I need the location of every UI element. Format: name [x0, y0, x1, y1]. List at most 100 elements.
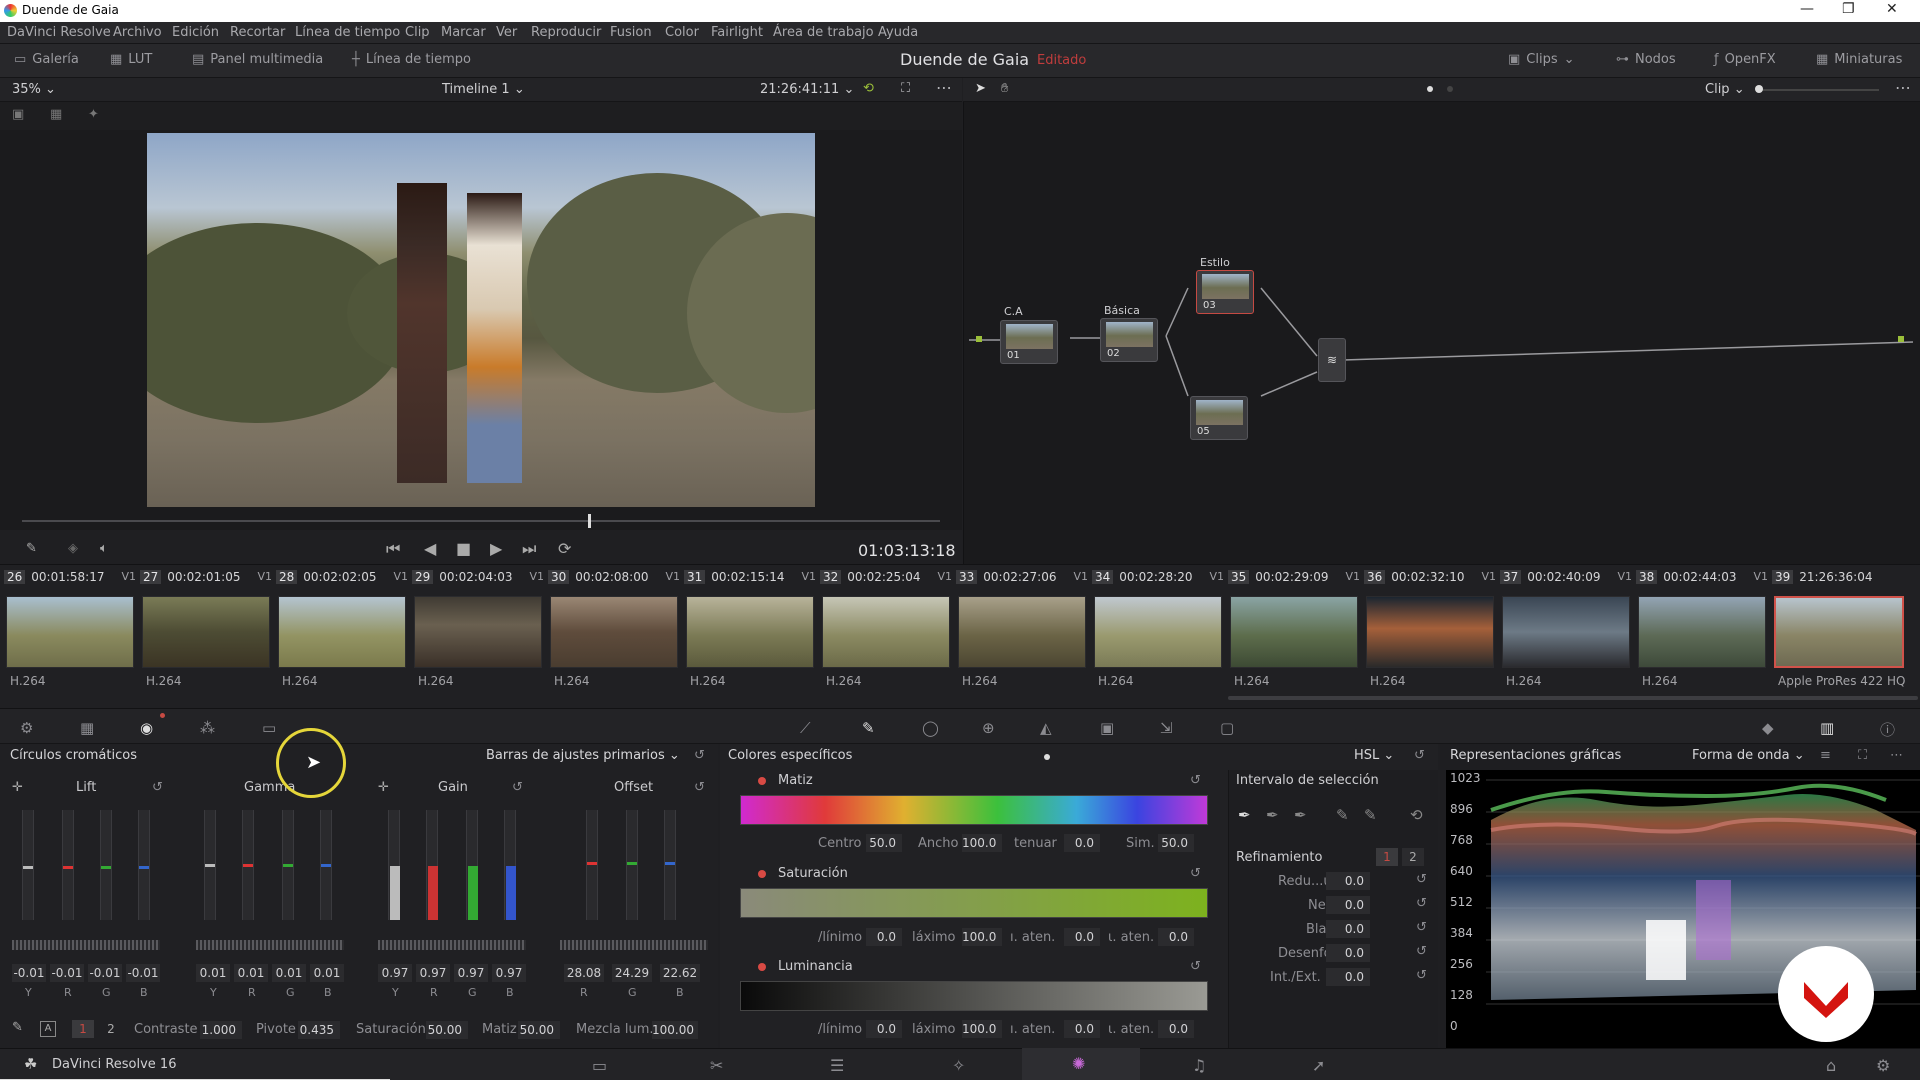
sat-high-soft-input[interactable]: 0.0 [1158, 928, 1194, 946]
viewer-scrubber[interactable] [22, 520, 940, 522]
hsl-mode-select[interactable]: HSL ⌄ [1354, 748, 1394, 763]
lift-g-value[interactable]: -0.01 [88, 964, 122, 982]
go-to-end-icon[interactable]: ⏭︎ [522, 539, 536, 559]
page-dot-active[interactable] [1427, 86, 1433, 92]
split-view-icon[interactable]: ▦ [50, 107, 62, 122]
hue-spectrum[interactable] [740, 795, 1208, 825]
menu-marcar[interactable]: Marcar [441, 25, 486, 40]
play-icon[interactable]: ▶︎ [490, 539, 502, 558]
input-port[interactable] [976, 336, 982, 342]
clip-thumbnail[interactable] [1638, 596, 1766, 668]
qualifier-icon[interactable]: ✎ [862, 719, 875, 737]
reset-blur-icon[interactable]: ↺ [1416, 944, 1427, 959]
menu-linea-tiempo[interactable]: Línea de tiempo [295, 25, 400, 40]
gallery-button[interactable]: ▭ Galería [14, 52, 79, 67]
menu-area-trabajo[interactable]: Área de trabajo [773, 25, 874, 40]
contrast-input[interactable]: 1.000 [200, 1021, 242, 1039]
clip-thumbnail[interactable] [686, 596, 814, 668]
reset-gain-icon[interactable]: ↺ [512, 780, 523, 795]
sat-enable-dot[interactable] [758, 870, 766, 878]
lift-b-bar[interactable] [138, 810, 150, 920]
in-out-ratio-input[interactable]: 0.0 [1326, 968, 1370, 986]
highlight-icon[interactable]: ◈ [68, 541, 78, 556]
menu-recortar[interactable]: Recortar [230, 25, 285, 40]
info-icon[interactable]: ⓘ [1880, 719, 1895, 740]
gamma-b-bar[interactable] [320, 810, 332, 920]
clip-thumbnail[interactable] [1230, 596, 1358, 668]
video-frame[interactable] [147, 133, 815, 507]
reset-hue-icon[interactable]: ↺ [1190, 773, 1201, 788]
curves-icon[interactable]: ⟋ [800, 719, 811, 737]
menu-edicion[interactable]: Edición [172, 25, 219, 40]
clip-thumbnail[interactable] [550, 596, 678, 668]
node-zoom-slider[interactable] [1759, 89, 1879, 91]
zoom-select[interactable]: 35% ⌄ [12, 82, 56, 97]
lum-max-input[interactable]: 100.0 [962, 1020, 1002, 1038]
lum-mix-input[interactable]: 100.00 [652, 1021, 698, 1039]
output-port[interactable] [1898, 336, 1904, 342]
offset-b-value[interactable]: 22.62 [660, 964, 700, 982]
lum-gradient[interactable] [740, 981, 1208, 1011]
blur-icon[interactable]: ◭ [1040, 719, 1052, 737]
media-pool-button[interactable]: ▤ Panel multimedia [192, 52, 323, 67]
offset-g-value[interactable]: 24.29 [612, 964, 652, 982]
offset-g-bar[interactable] [626, 810, 638, 920]
edit-page-icon[interactable]: ☰ [830, 1056, 844, 1075]
hue-enable-dot[interactable] [758, 777, 766, 785]
lift-r-value[interactable]: -0.01 [50, 964, 84, 982]
gamma-master-wheel[interactable] [196, 940, 344, 950]
hue-soft-input[interactable]: 0.0 [1064, 834, 1100, 852]
fusion-page-icon[interactable]: ✧ [952, 1056, 965, 1075]
picker-minus-icon[interactable]: ✒ [1266, 806, 1279, 824]
gain-g-bar[interactable] [466, 810, 478, 920]
play-reverse-icon[interactable]: ◀︎ [424, 539, 436, 558]
scope-type-select[interactable]: Forma de onda ⌄ [1692, 748, 1805, 763]
pointer-icon[interactable]: ➤ [975, 81, 986, 96]
feather-plus-icon[interactable]: ✎ [1364, 806, 1377, 824]
clip-thumbnail[interactable] [1094, 596, 1222, 668]
gamma-b-value[interactable]: 0.01 [310, 964, 344, 982]
menu-fusion[interactable]: Fusion [610, 25, 652, 40]
offset-r-value[interactable]: 28.08 [564, 964, 604, 982]
color-wheels-icon[interactable]: ◉ [140, 719, 153, 737]
white-clean-input[interactable]: 0.0 [1326, 920, 1370, 938]
fullscreen-icon[interactable]: ⛶ [901, 81, 910, 96]
maximize-button[interactable]: ❐ [1842, 1, 1855, 17]
fairlight-page-icon[interactable]: ♫ [1192, 1056, 1206, 1075]
menu-fairlight[interactable]: Fairlight [711, 25, 763, 40]
scope-settings-icon[interactable]: ≡ [1820, 748, 1831, 763]
lum-low-soft-input[interactable]: 0.0 [1064, 1020, 1100, 1038]
gain-y-bar[interactable] [388, 810, 400, 920]
lift-master-wheel[interactable] [12, 940, 160, 950]
menu-ayuda[interactable]: Ayuda [878, 25, 918, 40]
keyframes-icon[interactable]: ◆ [1762, 719, 1774, 737]
gamma-g-bar[interactable] [282, 810, 294, 920]
clip-thumbnail[interactable] [1502, 596, 1630, 668]
menu-color[interactable]: Color [665, 25, 699, 40]
feather-minus-icon[interactable]: ✎ [1336, 806, 1349, 824]
gamma-r-bar[interactable] [242, 810, 254, 920]
clip-thumbnail[interactable] [414, 596, 542, 668]
clip-thumbnail[interactable] [278, 596, 406, 668]
node-estilo[interactable]: 03 [1196, 270, 1254, 314]
gamma-y-value[interactable]: 0.01 [196, 964, 230, 982]
gain-b-bar[interactable] [504, 810, 516, 920]
stop-icon[interactable]: ■ [456, 539, 471, 558]
more-options-icon[interactable]: ⋯ [1895, 78, 1911, 97]
eyedropper-icon[interactable]: ✎ [26, 541, 37, 556]
sizing-icon[interactable]: ⇲ [1160, 719, 1173, 737]
volume-icon[interactable]: 🔈︎ [100, 541, 108, 556]
offset-master-wheel[interactable] [560, 940, 708, 950]
lift-g-bar[interactable] [100, 810, 112, 920]
node-ca[interactable]: 01 [1000, 320, 1058, 364]
node-mode-select[interactable]: Clip ⌄ [1705, 82, 1745, 97]
hue-sym-input[interactable]: 50.0 [1158, 834, 1194, 852]
close-button[interactable]: ✕ [1886, 1, 1898, 17]
hue-width-input[interactable]: 100.0 [962, 834, 1002, 852]
reset-offset-icon[interactable]: ↺ [694, 780, 705, 795]
lift-y-bar[interactable] [22, 810, 34, 920]
refine-tab-1[interactable]: 1 [1376, 848, 1398, 866]
menu-davinci[interactable]: DaVinci Resolve [7, 25, 111, 40]
more-options-icon[interactable]: ⋯ [1890, 748, 1903, 763]
lut-button[interactable]: ▦ LUT [110, 52, 152, 67]
